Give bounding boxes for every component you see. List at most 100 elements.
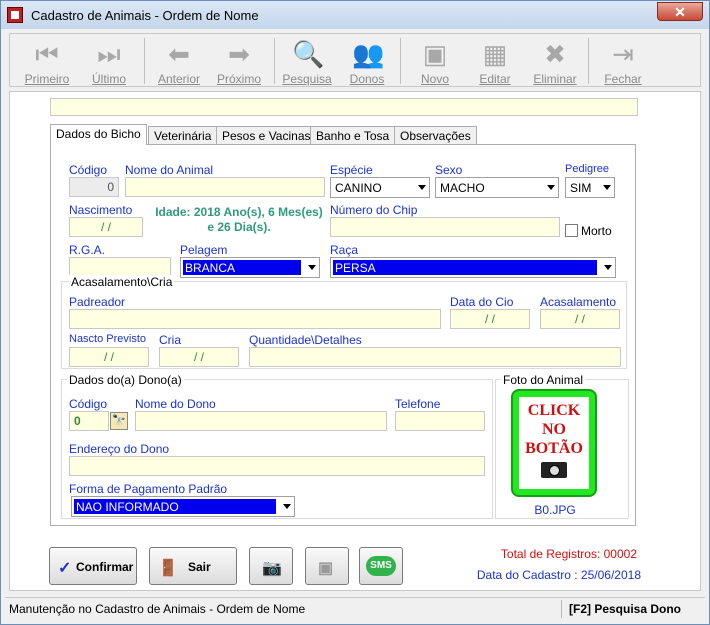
cria-label: Cria bbox=[159, 333, 182, 347]
new-button[interactable]: ▣ Novo bbox=[404, 36, 466, 86]
chevron-down-icon bbox=[603, 185, 611, 190]
door-icon: 🚪 bbox=[158, 560, 178, 577]
chevron-down-icon bbox=[418, 185, 426, 190]
photo-button[interactable]: CLICK NO BOTÃO bbox=[511, 389, 597, 497]
window: Cadastro de Animais - Ordem de Nome ✕ ⏮ P… bbox=[0, 0, 710, 625]
chevron-down-icon bbox=[604, 265, 612, 270]
foto-group-label: Foto do Animal bbox=[501, 373, 586, 387]
photo-button-2[interactable]: ▣ bbox=[305, 547, 349, 585]
tab-observacoes[interactable]: Observações bbox=[394, 126, 477, 144]
arrow-left-icon: ⬅ bbox=[168, 39, 190, 69]
nascto-previsto-field[interactable]: / / bbox=[69, 347, 149, 367]
nascto-previsto-label: Nascto Previsto bbox=[69, 333, 147, 345]
pagamento-select[interactable]: NAO INFORMADO bbox=[71, 496, 295, 517]
padreador-field[interactable] bbox=[69, 309, 441, 329]
status-message: Manutenção no Cadastro de Animais - Orde… bbox=[9, 602, 306, 616]
main-area: Dados do Bicho Veterinária Pesos e Vacin… bbox=[9, 91, 701, 591]
rga-field[interactable] bbox=[69, 257, 171, 277]
pelagem-select[interactable]: BRANCA bbox=[180, 257, 320, 278]
especie-select[interactable]: CANINO bbox=[330, 177, 430, 198]
sexo-label: Sexo bbox=[435, 163, 463, 177]
photo-placeholder: CLICK NO BOTÃO bbox=[519, 397, 589, 489]
first-button[interactable]: ⏮ Primeiro bbox=[16, 36, 78, 86]
photo-filename: B0.JPG bbox=[534, 503, 576, 517]
chevron-down-icon bbox=[283, 504, 291, 509]
nome-dono-label: Nome do Dono bbox=[135, 397, 216, 411]
padreador-label: Padreador bbox=[69, 295, 126, 309]
last-button[interactable]: ⏭ Último bbox=[78, 36, 140, 86]
endereco-label: Endereço do Dono bbox=[69, 442, 170, 456]
pelagem-label: Pelagem bbox=[180, 243, 228, 257]
edit-icon: ▦ bbox=[482, 39, 508, 69]
pedigree-label: Pedigree bbox=[565, 163, 610, 175]
morto-checkbox[interactable] bbox=[565, 224, 578, 237]
exit-button[interactable]: 🚪 Sair bbox=[149, 547, 237, 585]
acasalamento-field[interactable]: / / bbox=[540, 309, 620, 329]
chip-label: Número do Chip bbox=[330, 203, 418, 217]
camera-button[interactable]: 📷 bbox=[249, 547, 293, 585]
title-bar: Cadastro de Animais - Ordem de Nome ✕ bbox=[1, 1, 709, 29]
nome-animal-field[interactable] bbox=[125, 177, 325, 197]
toolbar-separator bbox=[588, 38, 589, 84]
idade-text: Idade: 2018 Ano(s), 6 Mes(es) e 26 Dia(s)… bbox=[155, 205, 323, 234]
last-icon: ⏭ bbox=[97, 39, 121, 69]
toolbar-separator bbox=[400, 38, 401, 84]
cria-field[interactable]: / / bbox=[159, 347, 239, 367]
close-button[interactable]: ✕ bbox=[657, 2, 703, 21]
nome-animal-label: Nome do Animal bbox=[125, 163, 214, 177]
pedigree-select[interactable]: SIM bbox=[565, 177, 615, 198]
first-icon: ⏮ bbox=[35, 39, 59, 69]
telefone-field[interactable] bbox=[395, 411, 485, 431]
status-bar: Manutenção no Cadastro de Animais - Orde… bbox=[5, 597, 705, 619]
nascimento-label: Nascimento bbox=[69, 203, 133, 217]
tab-dados-do-bicho[interactable]: Dados do Bicho bbox=[50, 124, 147, 145]
chevron-down-icon bbox=[308, 265, 316, 270]
exit-icon: ⇥ bbox=[612, 39, 634, 69]
dono-codigo-label: Código bbox=[69, 397, 108, 411]
especie-label: Espécie bbox=[330, 163, 373, 177]
toolbar-separator bbox=[144, 38, 145, 84]
telefone-label: Telefone bbox=[395, 397, 441, 411]
confirm-button[interactable]: ✓ Confirmar bbox=[49, 547, 137, 585]
raca-label: Raça bbox=[330, 243, 359, 257]
delete-icon: ✖ bbox=[544, 39, 566, 69]
owners-button[interactable]: 👥 Donos bbox=[336, 36, 398, 86]
pagamento-label: Forma de Pagamento Padrão bbox=[69, 482, 228, 496]
sexo-select[interactable]: MACHO bbox=[435, 177, 559, 198]
check-icon: ✓ bbox=[58, 560, 72, 577]
next-button[interactable]: ➡ Próximo bbox=[208, 36, 270, 86]
camera-icon bbox=[541, 462, 567, 478]
dono-codigo-field[interactable]: 0 bbox=[69, 411, 109, 431]
arrow-right-icon: ➡ bbox=[228, 39, 250, 69]
acasalamento-group-label: Acasalamento\Cria bbox=[69, 275, 175, 289]
acasalamento-label: Acasalamento bbox=[540, 295, 617, 309]
delete-button[interactable]: ✖ Eliminar bbox=[524, 36, 586, 86]
new-icon: ▣ bbox=[422, 39, 448, 69]
tab-banho-e-tosa[interactable]: Banho e Tosa bbox=[310, 126, 396, 144]
toolbar-separator bbox=[274, 38, 275, 84]
search-button[interactable]: 🔍 Pesquisa bbox=[276, 36, 338, 86]
quantidade-field[interactable] bbox=[249, 347, 621, 367]
morto-label: Morto bbox=[581, 224, 612, 238]
camera-icon: 📷 bbox=[262, 560, 282, 577]
raca-select[interactable]: PERSA bbox=[330, 257, 616, 278]
nascimento-field[interactable]: / / bbox=[69, 217, 143, 237]
tab-pesos-e-vacinas[interactable]: Pesos e Vacinas bbox=[216, 126, 317, 144]
tab-panel: Código 0 Nome do Animal Espécie CANINO S… bbox=[50, 144, 636, 526]
nome-dono-field[interactable] bbox=[135, 411, 387, 431]
edit-button[interactable]: ▦ Editar bbox=[464, 36, 526, 86]
sms-button[interactable]: SMS bbox=[359, 547, 403, 585]
rga-label: R.G.A. bbox=[69, 243, 106, 257]
chip-field[interactable] bbox=[330, 217, 560, 237]
previous-button[interactable]: ⬅ Anterior bbox=[148, 36, 210, 86]
status-shortcut: [F2] Pesquisa Dono bbox=[569, 602, 682, 616]
tab-veterinaria[interactable]: Veterinária bbox=[148, 126, 218, 144]
close-form-button[interactable]: ⇥ Fechar bbox=[592, 36, 654, 86]
top-field[interactable] bbox=[50, 98, 638, 116]
data-cio-field[interactable]: / / bbox=[450, 309, 530, 329]
app-icon bbox=[7, 7, 23, 23]
codigo-field[interactable]: 0 bbox=[69, 177, 119, 197]
search-icon: 🔍 bbox=[292, 39, 325, 69]
search-owner-button[interactable]: 🔭 bbox=[110, 412, 128, 430]
endereco-field[interactable] bbox=[69, 456, 485, 476]
